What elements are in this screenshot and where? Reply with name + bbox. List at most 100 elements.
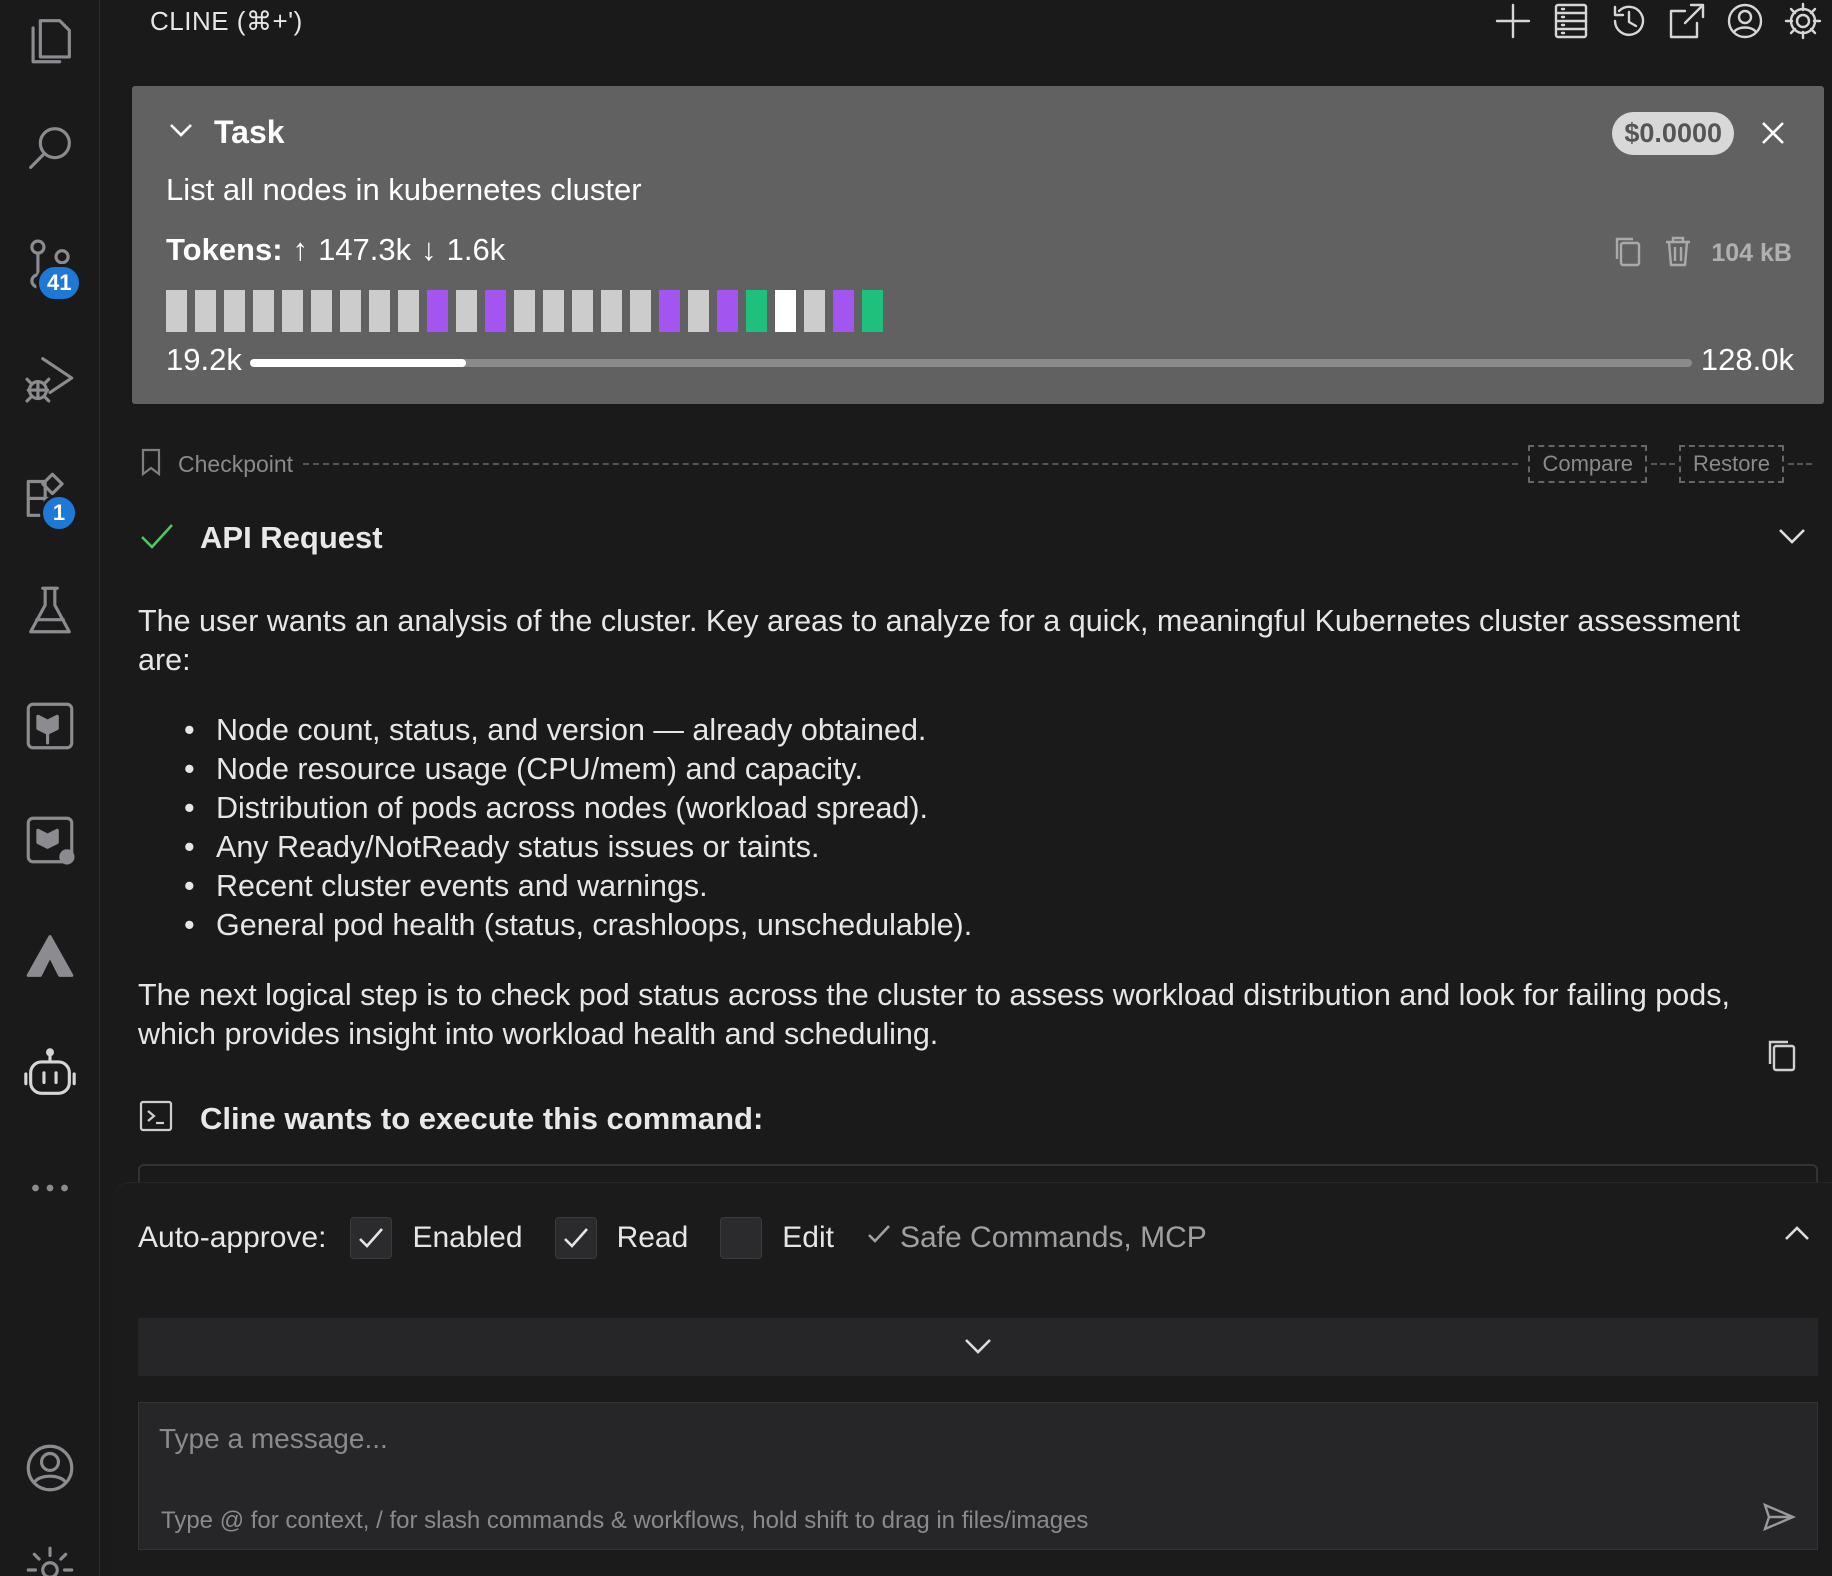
open-external-icon[interactable] — [1666, 0, 1708, 42]
token-usage: Tokens: ↑ 147.3k ↓ 1.6k — [166, 232, 505, 268]
send-icon[interactable] — [1761, 1499, 1797, 1540]
chevron-down-icon — [962, 1329, 994, 1366]
tokens-in: 147.3k — [318, 232, 412, 267]
arrow-up-icon: ↑ — [292, 232, 309, 267]
message-input[interactable] — [139, 1403, 1817, 1483]
message-conclusion: The next logical step is to check pod st… — [138, 978, 1730, 1051]
context-max: 128.0k — [1700, 342, 1794, 377]
api-request-title: API Request — [200, 520, 383, 555]
task-size: 104 kB — [1711, 239, 1792, 267]
task-description: List all nodes in kubernetes cluster — [166, 172, 642, 207]
extensions-badge: 1 — [40, 494, 78, 532]
command-box — [138, 1164, 1818, 1184]
context-block — [746, 290, 767, 332]
copy-icon[interactable] — [1764, 1036, 1800, 1079]
enabled-checkbox[interactable] — [350, 1217, 393, 1259]
settings-icon[interactable] — [1782, 0, 1824, 42]
context-block — [398, 290, 419, 332]
context-block — [282, 290, 303, 332]
context-block — [601, 290, 622, 332]
tokens-out: 1.6k — [446, 232, 506, 267]
context-block — [833, 290, 854, 332]
auto-approve-summary[interactable]: Safe Commands, MCP — [866, 1221, 1207, 1255]
restore-button[interactable]: Restore — [1678, 445, 1784, 483]
context-block — [514, 290, 535, 332]
context-block — [688, 290, 709, 332]
context-block — [543, 290, 564, 332]
auto-approve-bar: Auto-approve: Enabled Read Edit Safe Com… — [138, 1210, 1812, 1266]
task-card: Task $0.0000 List all nodes in kubernete… — [132, 86, 1824, 404]
list-item: • Any Ready/NotReady status issues or tai… — [184, 830, 820, 864]
terraform-icon[interactable] — [0, 686, 100, 766]
trash-icon[interactable] — [1661, 234, 1695, 273]
context-block — [253, 290, 274, 332]
context-block — [166, 290, 187, 332]
context-block — [804, 290, 825, 332]
context-block — [572, 290, 593, 332]
mcp-servers-icon[interactable] — [1550, 0, 1592, 42]
panel-header: CLINE (⌘+') — [100, 0, 1832, 86]
chevron-down-icon[interactable] — [1776, 520, 1808, 557]
checkmark-icon — [138, 517, 176, 560]
cost-badge: $0.0000 — [1612, 112, 1734, 155]
context-blocks — [166, 290, 883, 332]
context-track — [250, 359, 1692, 367]
checkpoint-row: Checkpoint Compare Restore — [138, 445, 1816, 483]
context-block — [717, 290, 738, 332]
history-icon[interactable] — [1608, 0, 1650, 42]
scroll-to-bottom-button[interactable] — [138, 1318, 1818, 1376]
extensions-icon[interactable]: 1 — [0, 456, 100, 536]
context-window-bar: 19.2k 128.0k — [166, 342, 1794, 386]
list-item: • Node resource usage (CPU/mem) and capac… — [184, 752, 863, 786]
summary-text: Safe Commands, MCP — [899, 1221, 1207, 1254]
read-label[interactable]: Read — [617, 1221, 689, 1255]
aws-icon[interactable] — [0, 916, 100, 996]
chevron-up-icon[interactable] — [1782, 1219, 1812, 1257]
divider — [1788, 463, 1812, 465]
account-icon[interactable] — [0, 1428, 100, 1508]
context-block — [456, 290, 477, 332]
context-block — [427, 290, 448, 332]
manage-gear-icon[interactable] — [0, 1530, 100, 1576]
context-block — [862, 290, 883, 332]
more-icon[interactable] — [0, 1148, 100, 1228]
search-icon[interactable] — [0, 108, 100, 188]
chevron-down-icon[interactable] — [166, 115, 196, 150]
task-label: Task — [214, 114, 285, 150]
auto-approve-label: Auto-approve: — [138, 1221, 327, 1254]
copy-icon[interactable] — [1611, 234, 1645, 273]
edit-label[interactable]: Edit — [782, 1221, 834, 1255]
source-control-icon[interactable]: 41 — [0, 224, 100, 304]
command-title: Cline wants to execute this command: — [200, 1100, 764, 1136]
compare-button[interactable]: Compare — [1528, 445, 1647, 483]
run-debug-icon[interactable] — [0, 338, 100, 418]
context-block — [195, 290, 216, 332]
bookmark-icon — [138, 447, 164, 482]
activity-bar: 41 1 — [0, 0, 100, 1576]
arrow-down-icon: ↓ — [421, 232, 437, 267]
context-block — [485, 290, 506, 332]
list-item: • Node count, status, and version — alrea… — [184, 713, 927, 747]
testing-icon[interactable] — [0, 570, 100, 650]
context-used: 19.2k — [166, 342, 242, 377]
context-block — [369, 290, 390, 332]
panel-title: CLINE (⌘+') — [150, 6, 303, 36]
context-block — [630, 290, 651, 332]
context-block — [340, 290, 361, 332]
context-fill — [250, 359, 467, 367]
edit-checkbox[interactable] — [720, 1217, 763, 1259]
terraform-cloud-icon[interactable] — [0, 800, 100, 880]
explorer-icon[interactable] — [0, 0, 100, 80]
read-checkbox[interactable] — [554, 1217, 597, 1259]
input-hint: Type @ for context, / for slash commands… — [161, 1507, 1089, 1534]
enabled-label[interactable]: Enabled — [412, 1221, 522, 1255]
plus-icon[interactable] — [1492, 0, 1534, 42]
account-icon[interactable] — [1724, 0, 1766, 42]
checkpoint-label: Checkpoint — [178, 450, 294, 477]
api-request-row[interactable]: API Request — [138, 516, 1808, 560]
context-block — [224, 290, 245, 332]
context-block — [659, 290, 680, 332]
tokens-label: Tokens: — [166, 232, 283, 267]
cline-bot-icon[interactable] — [0, 1034, 100, 1114]
close-icon[interactable] — [1756, 116, 1790, 150]
